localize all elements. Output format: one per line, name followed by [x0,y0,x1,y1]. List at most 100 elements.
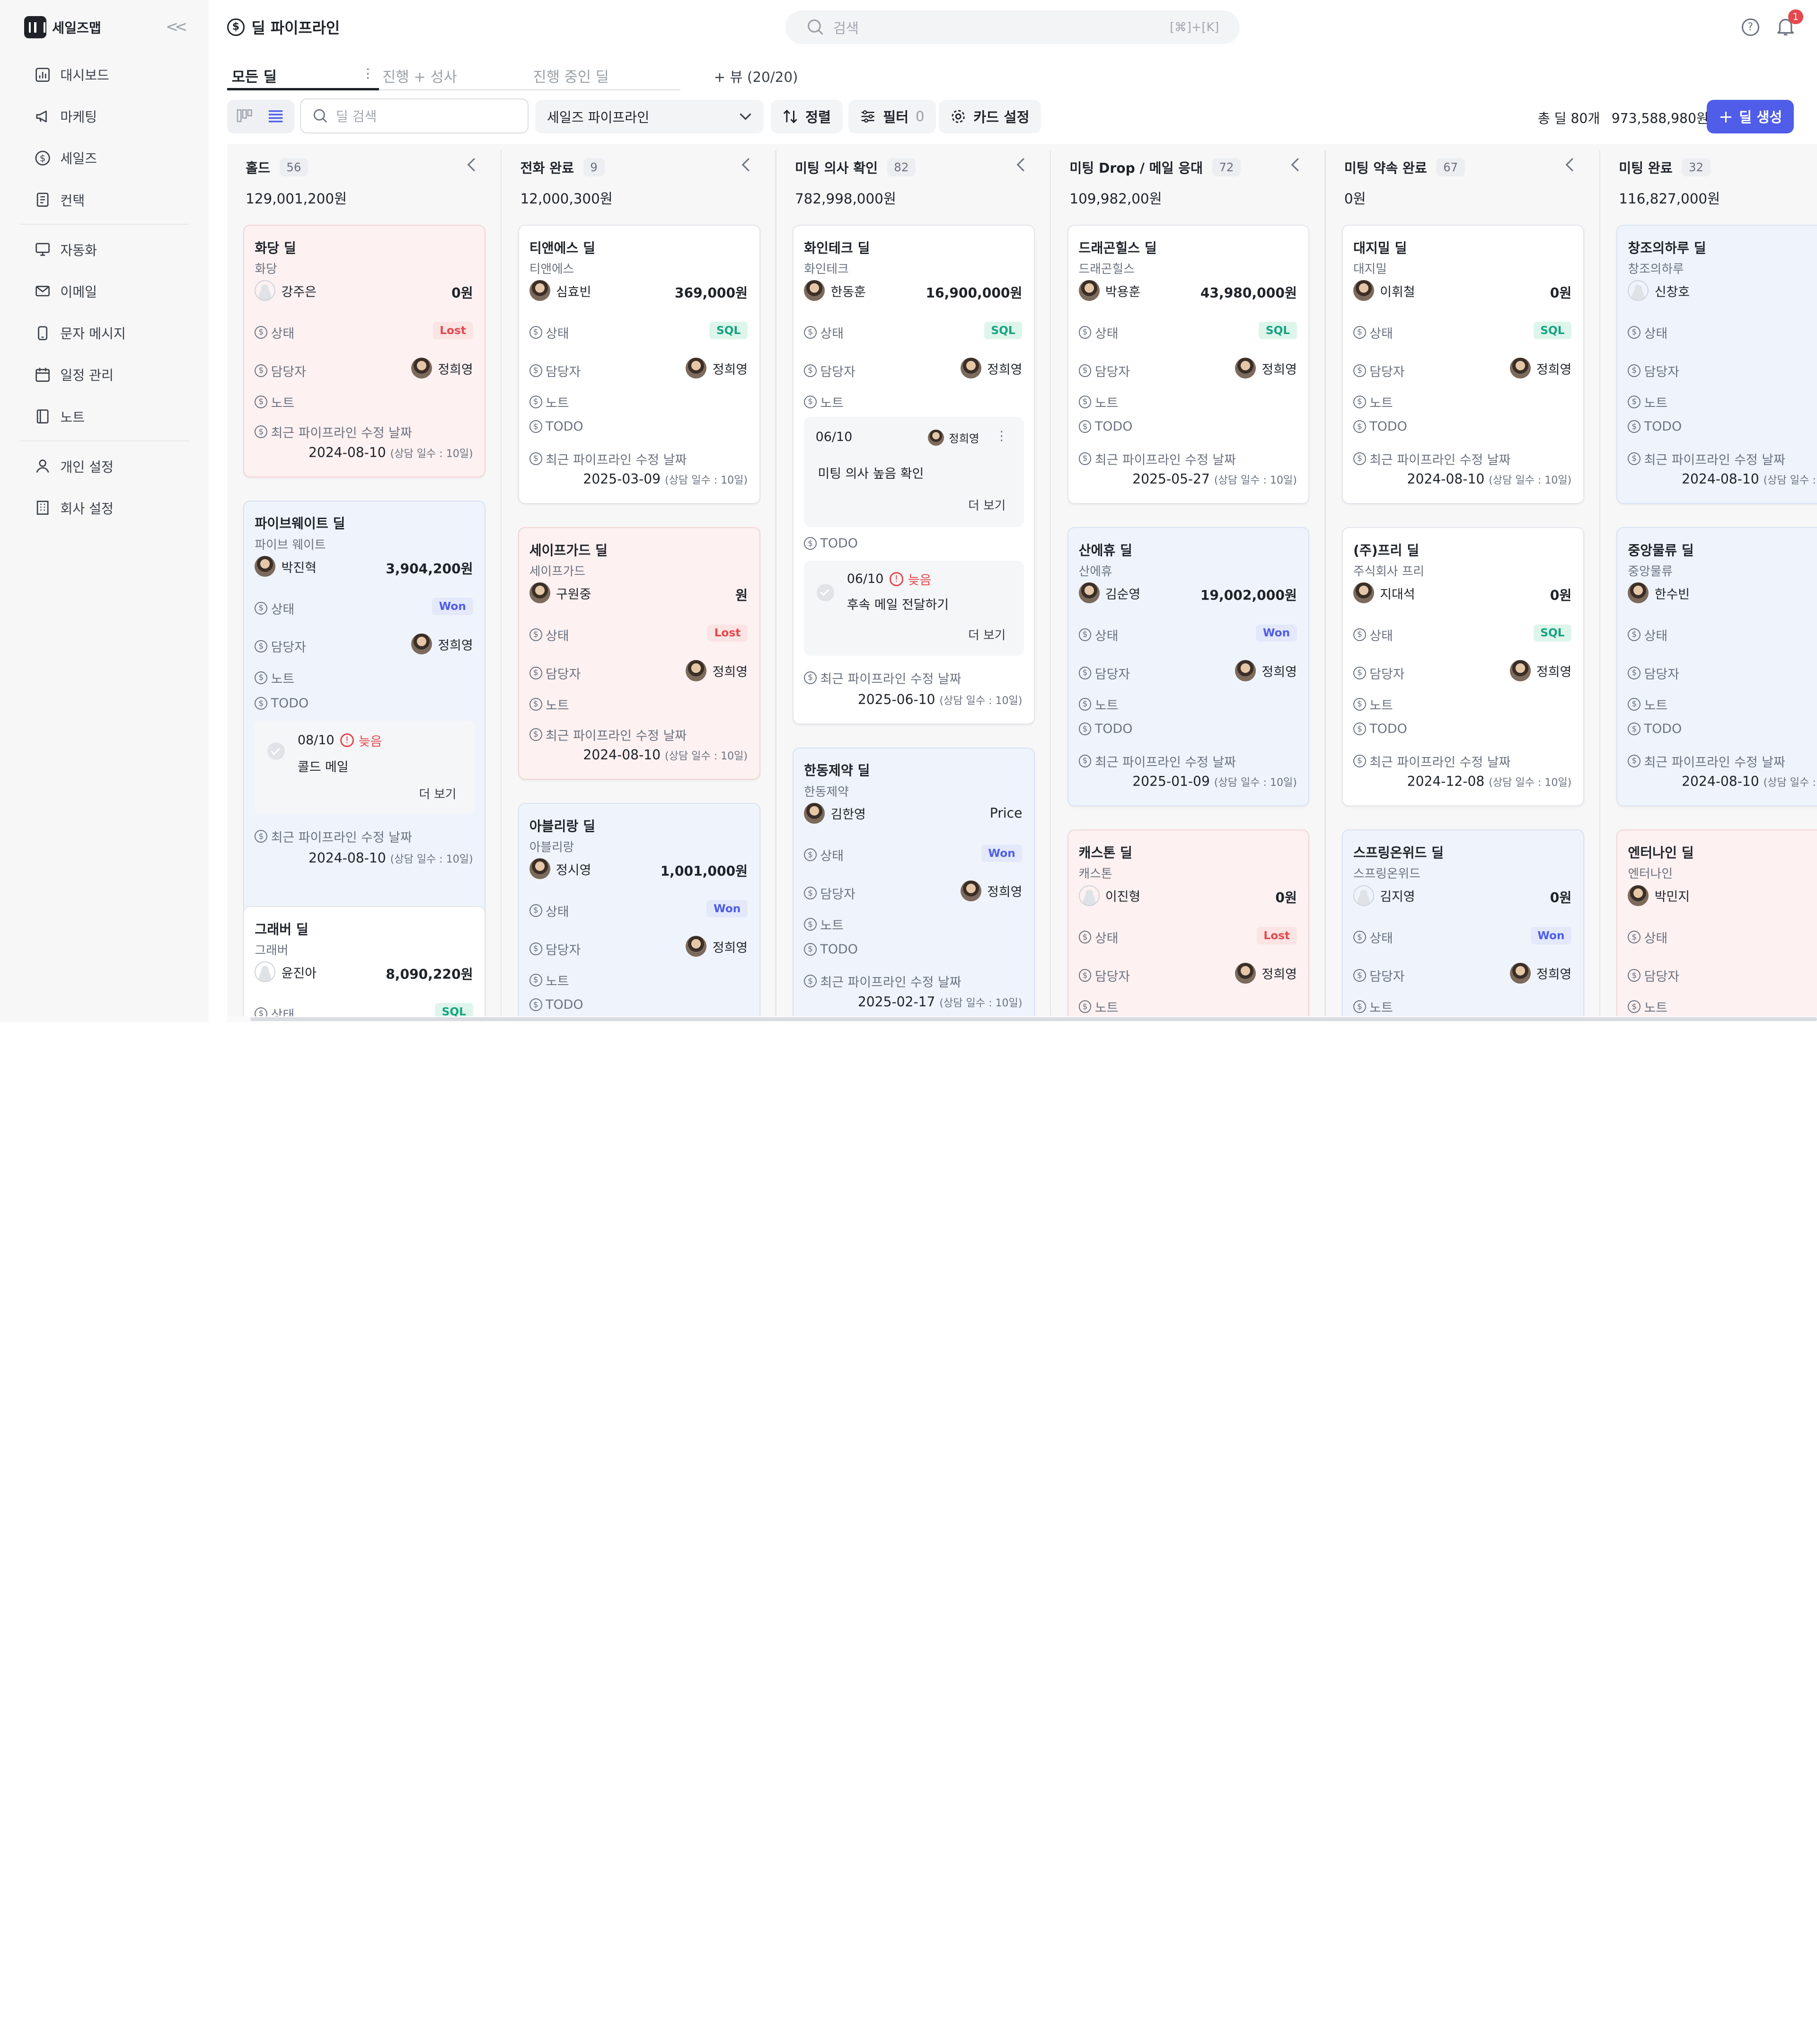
deal-card[interactable]: 한동제약 딜 한동제약 김한영 Price $ 상태 Won $ 담당자 정희영 $… [793,747,1035,1022]
kebab-menu-icon[interactable]: ⋮ [995,429,1008,443]
tab-more-icon[interactable]: ⋮ [362,66,374,81]
note-author: 정희영 [928,430,979,446]
sidebar-item-marketing[interactable]: 마케팅 [35,106,97,126]
avatar [1235,962,1256,984]
avatar [411,358,432,379]
deal-card[interactable]: 화당 딜 화당 강주은 0원 $ 상태 Lost $ 담당자 정희영 $ 노트 $ 최근… [243,225,486,477]
pipeline-select[interactable]: 세일즈 파이프라인 [535,99,764,133]
field-label: 노트 [820,918,844,934]
note-label: $ 노트 [804,915,844,934]
sidebar-item-automation[interactable]: 자동화 [35,240,97,259]
deal-card[interactable]: 화인테크 딜 화인테크 한동훈 16,900,000원 $ 상태 SQL $ 담당자… [793,225,1035,724]
list-view-icon[interactable] [266,106,285,125]
more-link[interactable]: 더 보기 [968,626,1006,643]
deal-card[interactable]: 티앤에스 딜 티앤에스 심효빈 369,000원 $ 상태 SQL $ 담당자 정희… [518,225,760,504]
deal-card[interactable]: 중앙물류 딜 중앙물류 한수빈 $ 상태 $ 담당자 $ 노트 $ TODO $ 최근 파… [1616,527,1817,807]
field-label: TODO [1644,419,1682,434]
deal-company: 중앙물류 [1628,564,1673,579]
deal-search-input[interactable]: 딜 검색 [300,98,529,133]
avatar [1235,660,1256,681]
deal-card[interactable]: 엔터나인 딜 엔터나인 박민지 $ 상태 $ 담당자 $ 노트 [1616,829,1817,1022]
deal-card[interactable]: 드래곤힐스 딜 드래곤힐스 박용훈 43,980,000원 $ 상태 SQL $ 담… [1067,225,1310,504]
field-label: 담당자 [1644,364,1679,379]
chevron-left-icon[interactable] [1291,158,1305,171]
field-label: 최근 파이프라인 수정 날짜 [546,452,687,467]
deal-company: 엔터나인 [1628,867,1673,881]
check-circle-icon[interactable] [817,583,834,601]
more-link[interactable]: 더 보기 [419,784,456,802]
more-link[interactable]: 더 보기 [968,496,1006,513]
deal-card[interactable]: (주)프리 딜 주식회사 프리 지대석 0원 $ 상태 SQL $ 담당자 정희영 … [1341,527,1584,807]
date-value: 2025-02-17 [857,994,935,1010]
date-value: 2024-12-08 [1407,774,1485,790]
sidebar-item-personal-settings[interactable]: 개인 설정 [35,457,114,476]
avatar [686,358,707,379]
collapse-sidebar-button[interactable]: << [166,18,187,35]
brand[interactable]: 세일즈맵 [24,16,101,38]
field-label: 상태 [1644,326,1668,341]
sidebar-item-schedule[interactable]: 일정 관리 [35,365,114,384]
deal-amount: 16,900,000원 [926,285,1023,301]
tab-in-progress[interactable]: 진행 중인 딜 [533,65,609,86]
days-in-stage: (상담 일수 : 10일) [1214,475,1297,487]
check-circle-icon[interactable] [267,742,285,760]
sort-button[interactable]: 정렬 [770,99,843,133]
sidebar-item-company-settings[interactable]: 회사 설정 [35,498,114,518]
chevron-left-icon[interactable] [1566,158,1579,171]
deal-card[interactable]: 캐스톤 딜 캐스톤 이진형 0원 $ 상태 Lost $ 담당자 정희영 $ 노트 [1067,829,1310,1022]
sidebar-item-label: 세일즈 [60,151,97,167]
dollar-icon: $ [1353,326,1366,339]
deal-card[interactable]: 산에휴 딜 산에휴 김순영 19,002,000원 $ 상태 Won $ 담당자 정… [1067,527,1310,807]
deal-owner: 한수빈 [1628,582,1690,604]
date-value: 2025-05-27 [1132,471,1210,487]
deal-title: 창조의하루 딜 [1628,240,1706,256]
dollar-icon: $ [529,395,542,408]
deal-card[interactable]: 창조의하루 딜 창조의하루 신창호 $ 상태 $ 담당자 $ 노트 $ TODO $ 최근… [1616,225,1817,504]
sidebar-item-notes[interactable]: 노트 [35,407,85,426]
todo-item[interactable]: 06/10! 늦음 후속 메일 전달하기 더 보기 [804,560,1024,656]
chevron-left-icon[interactable] [467,158,481,171]
board-view-icon[interactable] [235,106,254,125]
deal-company: 산에휴 [1078,564,1112,579]
field-label: 상태 [546,904,569,919]
assignee: 정희영 [686,936,748,957]
deal-card[interactable]: 스프링온위드 딜 스프링온위드 김지영 0원 $ 상태 Won $ 담당자 정희영 … [1341,829,1584,1022]
field-label: 최근 파이프라인 수정 날짜 [271,830,412,846]
avatar [1353,280,1375,301]
deal-owner: 정시영 [529,858,591,880]
card-settings-button[interactable]: 카드 설정 [938,99,1041,133]
deal-card[interactable]: 대지밀 딜 대지밀 이휘철 0원 $ 상태 SQL $ 담당자 정희영 $ 노트 $ T… [1341,225,1584,504]
date-value: 2024-08-10 [583,747,661,763]
chevron-down-icon [740,113,752,120]
field-label: 최근 파이프라인 수정 날짜 [820,671,961,687]
tab-all-deals[interactable]: 모든 딜 [232,65,277,86]
filter-button[interactable]: 필터 0 [848,99,936,133]
sidebar-item-contacts[interactable]: 컨택 [35,190,85,210]
sidebar-item-email[interactable]: 이메일 [35,282,97,301]
deal-card[interactable]: 세이프가드 딜 세이프가드 구원중 원 $ 상태 Lost $ 담당자 정희영 $ 노… [518,527,760,780]
scrollbar-thumb[interactable] [250,1017,1817,1021]
deal-card[interactable]: 아블리랑 딜 아블리랑 정시영 1,001,000원 $ 상태 Won $ 담당자 … [518,803,760,1022]
add-view-button[interactable]: + 뷰 (20/20) [714,66,798,86]
dollar-icon: $ [529,420,542,433]
deal-card[interactable]: 그래버 딜 그래버 윤진아 8,090,220원 $ 상태 SQL [243,906,486,1022]
todo-label: $ TODO [1628,419,1682,434]
sidebar-item-dashboard[interactable]: 대시보드 [35,65,109,84]
sidebar-item-sms[interactable]: 문자 메시지 [35,323,126,343]
create-deal-button[interactable]: + 딜 생성 [1707,99,1794,133]
field-label: 최근 파이프라인 수정 날짜 [1369,755,1511,770]
help-icon[interactable]: ? [1741,18,1759,36]
modified-label: $ 최근 파이프라인 수정 날짜 [1353,449,1510,468]
dollar-icon: $ [255,425,268,439]
field-label: 상태 [271,602,295,617]
dollar-icon: $ [1078,697,1092,711]
note-item[interactable]: 06/10 정희영 ⋮ 미팅 의사 높음 확인 더 보기 [804,417,1024,527]
sidebar-item-label: 회사 설정 [60,501,114,517]
todo-item[interactable]: 08/10! 늦음 콜드 메일 더 보기 [255,720,475,813]
chevron-left-icon[interactable] [1016,158,1030,171]
sidebar-item-sales[interactable]: $ 세일즈 [35,148,97,167]
tab-progress-success[interactable]: 진행 + 성사 [382,65,457,86]
modified-label: $ 최근 파이프라인 수정 날짜 [529,449,687,468]
global-search-input[interactable]: 검색 [⌘]+[K] [785,10,1240,44]
chevron-left-icon[interactable] [742,158,755,171]
